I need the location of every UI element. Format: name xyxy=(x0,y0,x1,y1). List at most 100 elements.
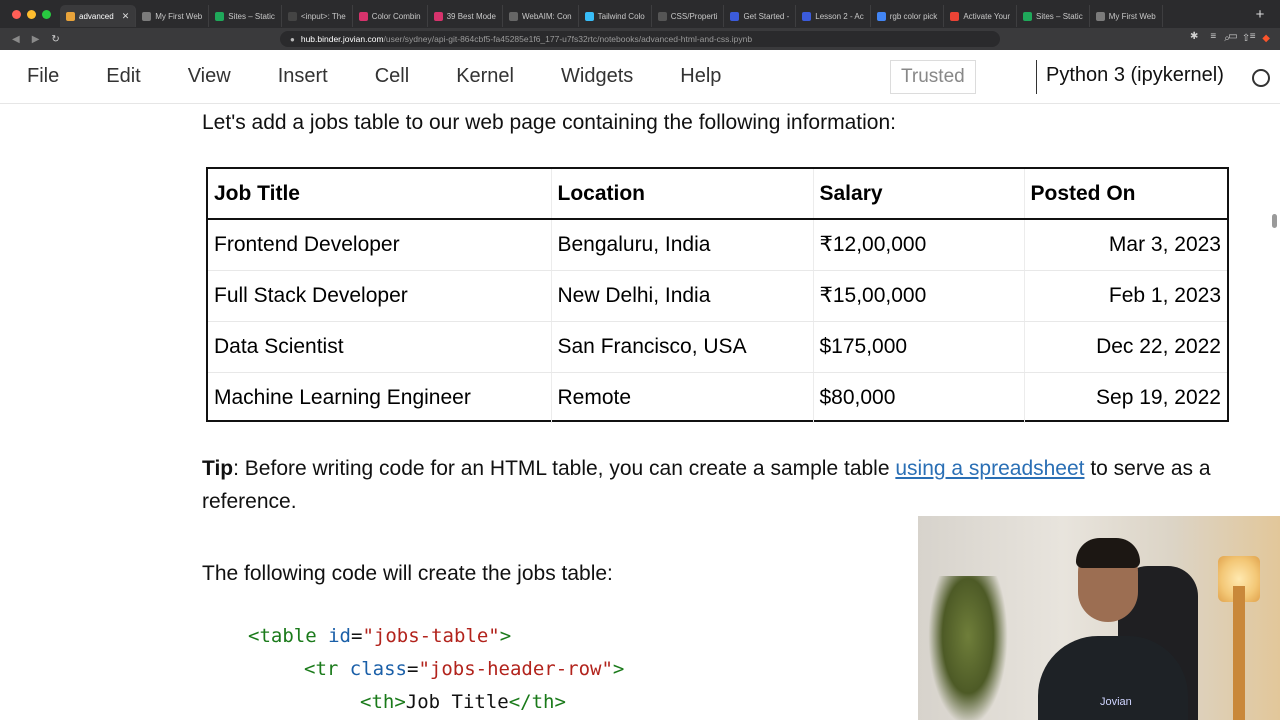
tab-favicon-icon xyxy=(66,11,75,21)
tab-favicon-icon xyxy=(1095,11,1105,21)
brave-shield-icon[interactable]: ◆ xyxy=(1262,33,1270,44)
spreadsheet-link[interactable]: using a spreadsheet xyxy=(895,457,1084,480)
table-cell: Sep 19, 2022 xyxy=(1023,372,1227,423)
tip-paragraph: Tip: Before writing code for an HTML tab… xyxy=(202,452,1242,518)
browser-tab[interactable]: Activate Your xyxy=(944,5,1018,27)
presenter-hair xyxy=(1076,538,1140,568)
forward-icon[interactable]: ▶ xyxy=(32,34,40,45)
table-cell: Feb 1, 2023 xyxy=(1023,270,1227,322)
url-field[interactable]: ● hub.binder.jovian.com/user/sydney/api-… xyxy=(280,31,1000,47)
new-tab-button[interactable]: + xyxy=(1240,6,1280,23)
browser-tab[interactable]: CSS/Properti xyxy=(652,5,725,27)
tab-label: rgb color pick xyxy=(889,11,938,21)
jobs-table: Job Title Location Salary Posted On Fron… xyxy=(206,167,1229,423)
tab-label: Color Combin xyxy=(371,11,421,21)
code-token: class xyxy=(349,658,407,680)
table-cell: New Delhi, India xyxy=(550,270,813,322)
code-token: <tr xyxy=(304,658,339,680)
menu-item-cell[interactable]: Cell xyxy=(348,65,429,88)
reading-list-icon[interactable]: ≡ xyxy=(1210,31,1216,42)
table-row: Frontend Developer Bengaluru, India ₹12,00… xyxy=(208,219,1227,271)
table-row: Data Scientist San Francisco, USA $175,000… xyxy=(208,321,1227,373)
code-block: <table id="jobs-table"> <tr class="jobs-… xyxy=(248,620,624,719)
scrollbar-thumb[interactable] xyxy=(1272,214,1277,228)
code-token: > xyxy=(499,625,512,647)
code-token: "jobs-table" xyxy=(362,625,500,647)
tab-label: WebAIM: Con xyxy=(521,11,572,21)
menu-item-widgets[interactable]: Widgets xyxy=(534,65,653,88)
browser-tab[interactable]: WebAIM: Con xyxy=(503,5,579,27)
table-cell: Mar 3, 2023 xyxy=(1023,219,1227,271)
browser-tab[interactable]: advanced ✕ xyxy=(60,5,137,27)
browser-tab[interactable]: rgb color pick xyxy=(871,5,945,27)
window-controls xyxy=(0,9,60,19)
code-token: "jobs-header-row" xyxy=(418,658,613,680)
close-window-button[interactable] xyxy=(12,9,21,19)
table-cell: Machine Learning Engineer xyxy=(214,385,471,409)
menu-item-view[interactable]: View xyxy=(161,65,251,88)
browser-tab[interactable]: Color Combin xyxy=(353,5,428,27)
code-token: Job Title xyxy=(405,691,509,713)
reload-icon[interactable]: ↻ xyxy=(51,34,59,45)
browser-tab[interactable]: Get Started - xyxy=(724,5,797,27)
extensions-icon[interactable]: ✱ xyxy=(1190,31,1198,42)
tab-favicon-icon xyxy=(1023,11,1033,21)
back-icon[interactable]: ◀ xyxy=(12,34,20,45)
tab-label: My First Web xyxy=(1108,11,1156,21)
following-text: The following code will create the jobs … xyxy=(202,562,613,585)
jobs-header-row: Job Title Location Salary Posted On xyxy=(208,169,1227,220)
tab-label: Get Started - xyxy=(743,11,790,21)
browser-tab[interactable]: My First Web xyxy=(1090,5,1163,27)
tab-favicon-icon xyxy=(215,11,225,21)
browser-tab[interactable]: My First Web xyxy=(136,5,210,27)
menu-item-file[interactable]: File xyxy=(0,65,79,88)
code-line: <table id="jobs-table"> xyxy=(248,625,512,647)
tab-label: advanced xyxy=(79,11,114,21)
intro-text: Let's add a jobs table to our web page c… xyxy=(202,111,896,134)
menu-item-kernel[interactable]: Kernel xyxy=(429,65,534,88)
close-tab-icon[interactable]: ✕ xyxy=(122,11,130,22)
table-cell: $175,000 xyxy=(812,321,1024,373)
code-line: <th>Job Title</th> xyxy=(248,686,624,719)
address-bar-row: ◀ ▶ ↻ ● hub.binder.jovian.com/user/sydne… xyxy=(0,28,1280,50)
table-cell: Remote xyxy=(550,372,813,423)
tab-label: <input>: The xyxy=(300,11,346,21)
browser-tab[interactable]: Tailwind Colo xyxy=(579,5,652,27)
menu-item-help[interactable]: Help xyxy=(653,65,741,88)
code-token: <table xyxy=(248,625,317,647)
menu-icon[interactable]: ≡ xyxy=(1250,31,1256,42)
minimize-window-button[interactable] xyxy=(27,9,36,19)
lamp-stand xyxy=(1233,586,1245,720)
browser-tab[interactable]: 39 Best Mode xyxy=(428,5,503,27)
table-cell: Frontend Developer xyxy=(208,219,551,271)
tab-favicon-icon xyxy=(950,11,960,21)
code-line: <tr class="jobs-header-row"> xyxy=(304,658,625,680)
tip-label: Tip xyxy=(202,457,234,480)
menu-item-insert[interactable]: Insert xyxy=(251,65,348,88)
tab-favicon-icon xyxy=(358,11,368,21)
header-salary: Salary xyxy=(812,169,1024,220)
kernel-name[interactable]: Python 3 (ipykernel) xyxy=(1046,64,1224,87)
tip-text-before: : Before writing code for an HTML table,… xyxy=(233,457,896,480)
menu-item-edit[interactable]: Edit xyxy=(79,65,160,88)
code-token: id xyxy=(328,625,351,647)
header-posted-on: Posted On xyxy=(1023,169,1227,220)
code-token: </th> xyxy=(508,691,566,713)
header-job-title: Job Title xyxy=(208,169,551,220)
table-cell: Bengaluru, India xyxy=(550,219,813,271)
tab-label: CSS/Properti xyxy=(670,11,718,21)
trusted-indicator[interactable]: Trusted xyxy=(890,60,976,94)
browser-tab[interactable]: Lesson 2 - Ac xyxy=(796,5,871,27)
code-token: > xyxy=(612,658,625,680)
tab-favicon-icon xyxy=(584,11,594,21)
browser-tab[interactable]: <input>: The xyxy=(282,5,353,27)
browser-tab[interactable]: Sites – Static xyxy=(1017,5,1090,27)
maximize-window-button[interactable] xyxy=(42,9,51,19)
table-cell: Data Scientist xyxy=(208,321,551,373)
tab-label: Lesson 2 - Ac xyxy=(815,11,864,21)
sidebar-icon[interactable]: ▭ xyxy=(1228,31,1237,42)
tab-favicon-icon xyxy=(142,11,152,21)
tab-favicon-icon xyxy=(876,11,886,21)
browser-tab[interactable]: Sites – Static xyxy=(209,5,282,27)
table-cell: Full Stack Developer xyxy=(208,270,551,322)
